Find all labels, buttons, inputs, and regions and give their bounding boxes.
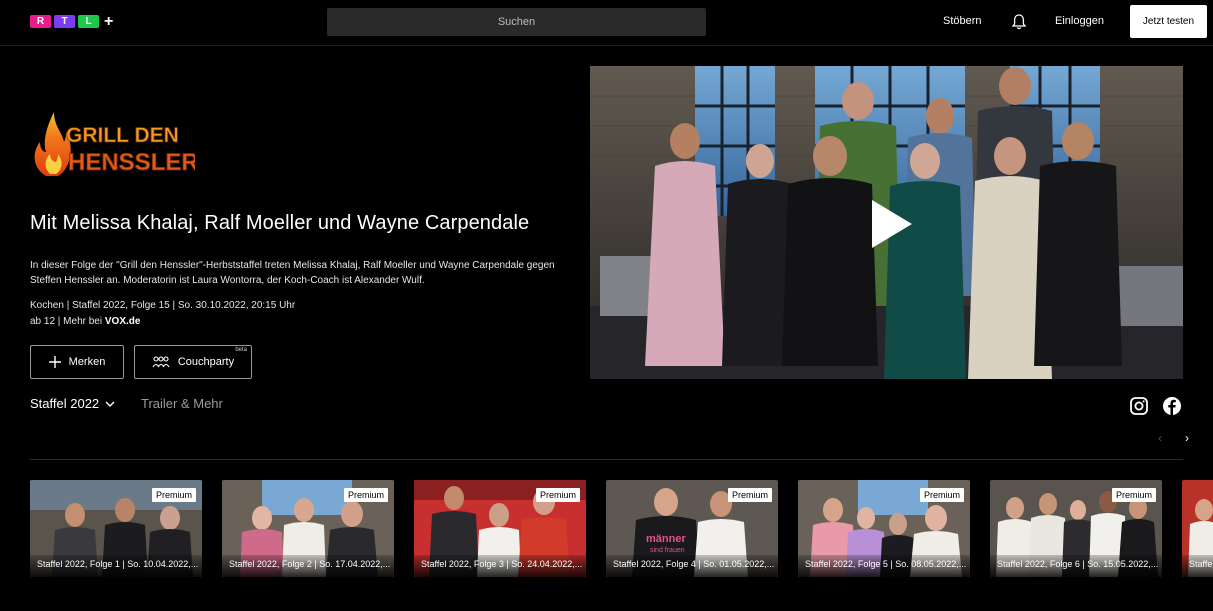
season-selector[interactable]: Staffel 2022 — [30, 396, 115, 411]
age-rating-text: ab 12 | Mehr bei — [30, 316, 103, 327]
episode-card[interactable]: Premium Staffel 2022, Folge 5 | So. 08.0… — [798, 480, 970, 577]
show-logo: GRILL DEN HENSSLER — [34, 112, 195, 176]
plus-icon — [48, 356, 61, 368]
merken-label: Merken — [68, 356, 106, 368]
try-now-button[interactable]: Jetzt testen — [1130, 5, 1207, 38]
channel-link[interactable]: VOX.de — [105, 316, 141, 327]
age-rating-line: ab 12 | Mehr bei VOX.de — [30, 316, 140, 327]
shirt-text-line1: männer — [646, 533, 686, 545]
logo-tile-t: T — [54, 15, 75, 28]
top-bar: R T L + Suchen Stöbern Einloggen Jetzt t… — [0, 0, 1213, 46]
premium-badge: Premium — [1111, 488, 1156, 502]
show-logo-line1: GRILL DEN — [66, 124, 179, 147]
carousel-prev-button[interactable]: ‹ — [1158, 431, 1162, 445]
episode-caption: Staffel 2022, Folge 1 | So. 10.04.2022,.… — [30, 555, 202, 577]
premium-badge: Premium — [919, 488, 964, 502]
search-input[interactable]: Suchen — [327, 8, 706, 36]
carousel-next-button[interactable]: › — [1185, 431, 1189, 445]
episode-caption: Staffel 2022, Folge 2 | So. 17.04.2022,.… — [222, 555, 394, 577]
rtl-plus-page: R T L + Suchen Stöbern Einloggen Jetzt t… — [0, 0, 1213, 611]
login-link[interactable]: Einloggen — [1055, 15, 1104, 27]
episode-card-partial[interactable]: Staffel 2022, Folge 7 — [1182, 480, 1213, 577]
episode-caption: Staffel 2022, Folge 3 | So. 24.04.2022,.… — [414, 555, 586, 577]
season-label: Staffel 2022 — [30, 396, 100, 411]
premium-badge: Premium — [343, 488, 388, 502]
couchparty-button[interactable]: Couchparty beta — [134, 345, 252, 379]
beta-badge: beta — [235, 347, 247, 353]
premium-badge: Premium — [727, 488, 772, 502]
premium-badge: Premium — [151, 488, 196, 502]
rtl-plus-logo[interactable]: R T L + — [30, 13, 114, 30]
premium-badge: Premium — [535, 488, 580, 502]
episode-card[interactable]: männer sind frauen Premium Staffel 2022,… — [606, 480, 778, 577]
episode-meta: Kochen | Staffel 2022, Folge 15 | So. 30… — [30, 300, 296, 311]
tab-trailer[interactable]: Trailer & Mehr — [141, 396, 223, 411]
episode-caption: Staffel 2022, Folge 7 — [1182, 555, 1213, 577]
episode-description: In dieser Folge der "Grill den Henssler"… — [30, 260, 555, 286]
chevron-down-icon — [105, 401, 115, 407]
logo-tile-l: L — [78, 15, 99, 28]
episode-card[interactable]: Premium Staffel 2022, Folge 3 | So. 24.0… — [414, 480, 586, 577]
facebook-icon[interactable] — [1163, 397, 1181, 415]
episode-card[interactable]: Premium Staffel 2022, Folge 2 | So. 17.0… — [222, 480, 394, 577]
logo-plus: + — [104, 13, 114, 30]
episode-title: Mit Melissa Khalaj, Ralf Moeller und Way… — [30, 212, 530, 234]
episode-caption: Staffel 2022, Folge 6 | So. 15.05.2022,.… — [990, 555, 1162, 577]
episode-caption: Staffel 2022, Folge 4 | So. 01.05.2022,.… — [606, 555, 778, 577]
instagram-icon[interactable] — [1130, 397, 1148, 415]
group-icon — [152, 356, 170, 368]
episode-caption: Staffel 2022, Folge 5 | So. 08.05.2022,.… — [798, 555, 970, 577]
show-logo-line2: HENSSLER — [68, 149, 195, 176]
play-icon[interactable] — [872, 200, 912, 248]
merken-button[interactable]: Merken — [30, 345, 124, 379]
shirt-text-line2: sind frauen — [650, 547, 685, 554]
nav-browse-link[interactable]: Stöbern — [943, 15, 982, 27]
section-divider — [30, 459, 1183, 460]
logo-tile-r: R — [30, 15, 51, 28]
bell-icon[interactable] — [1011, 13, 1027, 31]
couchparty-label: Couchparty — [177, 356, 235, 368]
episode-card[interactable]: Premium Staffel 2022, Folge 6 | So. 15.0… — [990, 480, 1162, 577]
episode-card[interactable]: Premium Staffel 2022, Folge 1 | So. 10.0… — [30, 480, 202, 577]
